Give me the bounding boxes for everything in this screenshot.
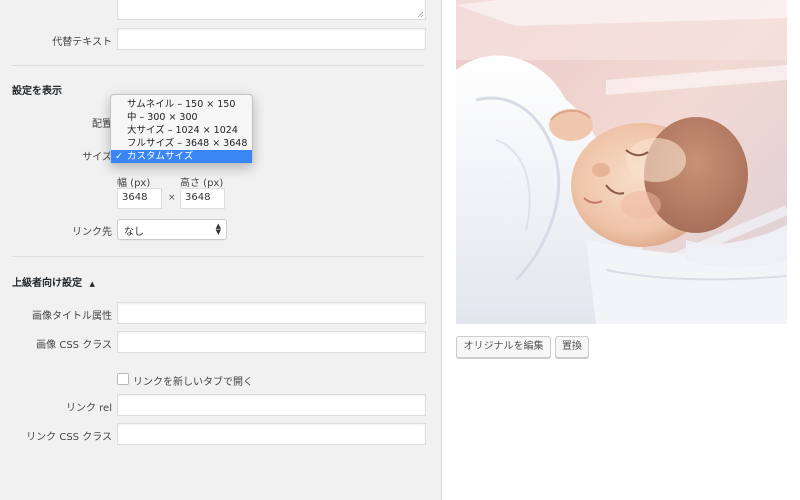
collapse-triangle-icon[interactable]: ▲ (89, 280, 94, 288)
resize-handle-icon[interactable] (417, 11, 424, 18)
advanced-settings-label: 上級者向け設定 (12, 278, 82, 289)
size-option-full[interactable]: フルサイズ – 3648 × 3648 (111, 137, 252, 150)
width-label: 幅 (px) (117, 178, 151, 189)
image-title-input[interactable] (117, 302, 426, 324)
link-rel-label: リンク rel (65, 403, 112, 414)
size-option-thumbnail[interactable]: サムネイル – 150 × 150 (111, 98, 252, 111)
image-title-label: 画像タイトル属性 (32, 311, 112, 322)
image-css-class-label: 画像 CSS クラス (36, 340, 112, 351)
open-new-tab-checkbox[interactable] (117, 373, 129, 385)
checkmark-icon: ✓ (115, 151, 123, 162)
width-input[interactable]: 3648 (117, 188, 162, 209)
link-css-class-label: リンク CSS クラス (26, 432, 112, 443)
link-rel-input[interactable] (117, 394, 426, 416)
advanced-settings-heading[interactable]: 上級者向け設定 ▲ (12, 274, 95, 289)
select-arrows-icon: ▲ ▼ (215, 222, 221, 236)
caption-textarea[interactable] (117, 0, 426, 20)
newborn-baby-photo (456, 0, 787, 324)
link-to-label: リンク先 (72, 227, 112, 238)
attachment-image (456, 0, 787, 324)
link-to-select[interactable]: なし ▲ ▼ (117, 219, 227, 240)
alt-text-input[interactable] (117, 28, 426, 50)
size-option-custom-label: カスタムサイズ (127, 151, 194, 162)
height-input[interactable]: 3648 (180, 188, 225, 209)
alignment-label: 配置 (92, 119, 112, 130)
size-option-medium[interactable]: 中 – 300 × 300 (111, 111, 252, 124)
link-to-value: なし (124, 227, 144, 238)
open-new-tab-label[interactable]: リンクを新しいタブで開く (133, 373, 253, 388)
size-label: サイズ (82, 152, 112, 163)
height-label: 高さ (px) (180, 178, 224, 189)
divider (12, 65, 424, 66)
image-details-form: 代替テキスト 設定を表示 配置 サイズ 幅 (px) 高さ (px) 3648 … (0, 0, 441, 500)
image-css-class-input[interactable] (117, 331, 426, 353)
size-option-custom[interactable]: ✓ カスタムサイズ (111, 150, 252, 163)
edit-original-button[interactable]: オリジナルを編集 (456, 336, 551, 358)
alt-text-label: 代替テキスト (52, 37, 112, 48)
size-option-large[interactable]: 大サイズ – 1024 × 1024 (111, 124, 252, 137)
link-css-class-input[interactable] (117, 423, 426, 445)
divider (12, 256, 424, 257)
size-dropdown-menu[interactable]: サムネイル – 150 × 150 中 – 300 × 300 大サイズ – 1… (110, 94, 253, 164)
times-sign: × (168, 193, 176, 203)
replace-button[interactable]: 置換 (555, 336, 589, 358)
display-settings-heading: 設定を表示 (12, 86, 62, 97)
